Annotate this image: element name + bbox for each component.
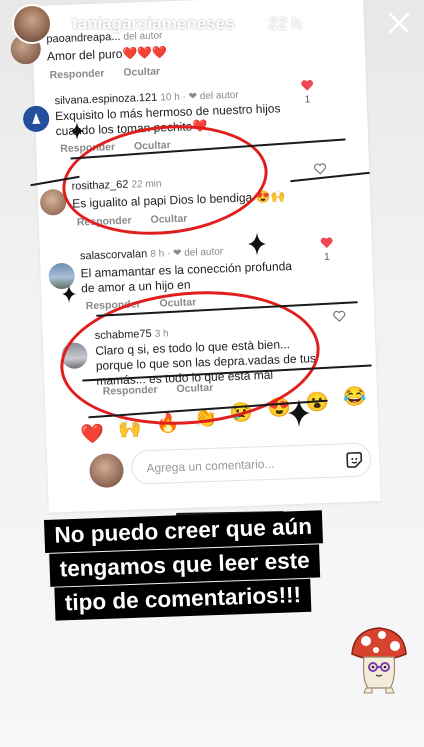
- sparkle-icon: [70, 122, 84, 140]
- reply-button[interactable]: Responder: [49, 67, 104, 81]
- sparkle-icon: [288, 398, 310, 428]
- reaction-laughing[interactable]: 😂: [343, 384, 367, 409]
- like-count: 1: [324, 251, 330, 263]
- sparkle-icon: [248, 232, 266, 256]
- reaction-heart[interactable]: ❤️: [80, 422, 104, 447]
- comments-screenshot: paoandreapa... del autor Amor del puro❤️…: [10, 0, 381, 513]
- hide-button[interactable]: Ocultar: [123, 65, 160, 78]
- close-icon[interactable]: [384, 8, 414, 38]
- story-time: 22 h: [268, 14, 302, 33]
- story-username[interactable]: taniagarciameneses: [72, 14, 235, 34]
- heart-outline-icon[interactable]: [313, 162, 327, 175]
- heart-filled-icon[interactable]: [300, 78, 314, 91]
- comment-actions: Responder Ocultar: [49, 65, 176, 81]
- avatar: [22, 105, 50, 133]
- sparkle-icon: [62, 285, 76, 303]
- story-view: paoandreapa... del autor Amor del puro❤️…: [0, 0, 424, 747]
- sticker-icon[interactable]: [344, 450, 365, 471]
- comment-text: Amor del puro❤️❤️❤️: [46, 45, 168, 64]
- mushroom-sticker: [351, 627, 407, 694]
- like-count: 1: [304, 94, 311, 106]
- story-header: taniagarciameneses 22 h: [0, 0, 424, 48]
- heart-outline-icon[interactable]: [332, 309, 346, 322]
- comment-input-placeholder: Agrega un comentario...: [146, 456, 275, 476]
- heart-filled-icon[interactable]: [319, 236, 333, 249]
- story-author-avatar[interactable]: [12, 4, 52, 44]
- current-user-avatar: [88, 453, 125, 489]
- comment-input[interactable]: Agrega un comentario...: [130, 442, 372, 485]
- comment-username: salascorvalan 8 h · ❤ del autor: [79, 246, 224, 263]
